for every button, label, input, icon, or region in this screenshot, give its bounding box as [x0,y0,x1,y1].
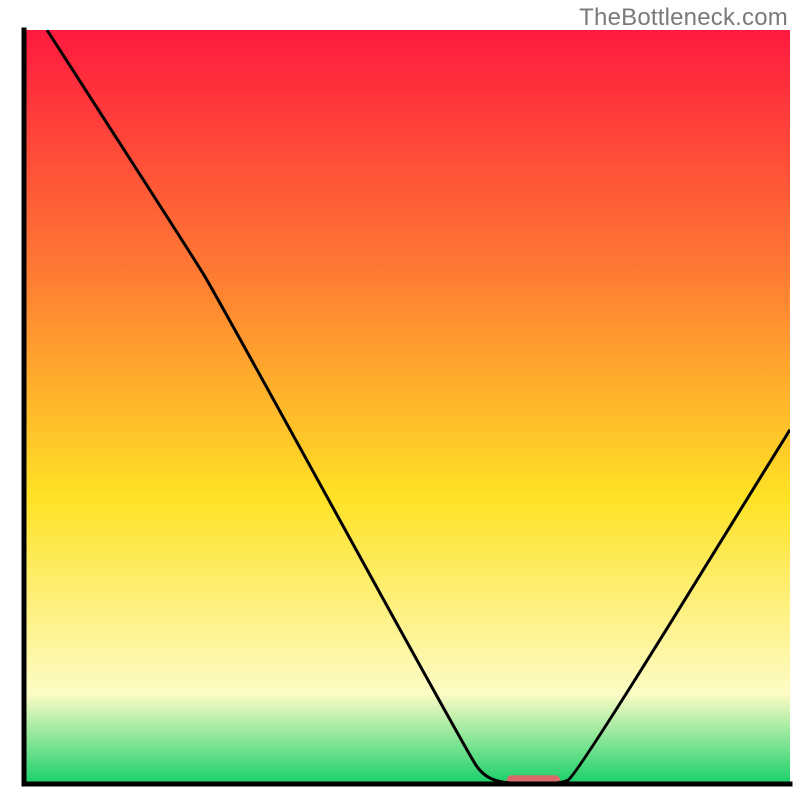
bottleneck-chart [0,0,800,800]
chart-frame: TheBottleneck.com [0,0,800,800]
gradient-background [24,30,790,784]
